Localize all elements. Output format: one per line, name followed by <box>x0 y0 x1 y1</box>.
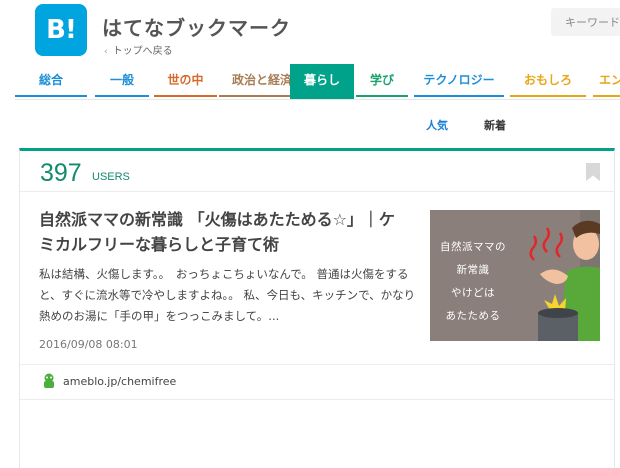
thumbnail-line: 新常識 <box>456 264 490 276</box>
subtab-popular[interactable]: 人気 <box>426 117 448 133</box>
card-divider <box>20 364 614 365</box>
card-divider <box>20 399 614 400</box>
tab-label: 総合 <box>38 73 63 87</box>
thumbnail-line: 自然派ママの <box>440 241 506 253</box>
logo-text: B! <box>46 15 77 45</box>
thumbnail-line: やけどは <box>451 287 495 299</box>
tab-underline <box>593 95 620 97</box>
site-title[interactable]: はてなブックマーク <box>102 12 291 41</box>
entry-title[interactable]: 自然派ママの新常識 「火傷はあたためる☆」｜ケミカルフリーな暮らしと子育て術 <box>39 207 409 257</box>
tab-label: おもしろ <box>523 73 572 87</box>
keyword-search-input[interactable] <box>551 8 620 36</box>
thumbnail-line: あたためる <box>445 310 501 322</box>
card-divider <box>20 191 614 192</box>
tab-underline <box>15 95 87 97</box>
tab-label: 一般 <box>109 73 134 87</box>
users-count[interactable]: 397 <box>40 159 82 188</box>
tab-sougou[interactable]: 総合 <box>15 64 87 97</box>
tab-label: 暮らし <box>303 73 340 87</box>
tab-label: テクノロジー <box>423 73 495 87</box>
users-label[interactable]: USERS <box>92 171 130 183</box>
nav-divider <box>15 99 620 100</box>
tab-underline <box>414 95 504 97</box>
entry-thumbnail[interactable]: 自然派ママの 新常識 やけどは あたためる <box>430 210 600 341</box>
tab-underline <box>95 95 149 97</box>
hatena-logo[interactable]: B! <box>35 4 87 56</box>
entry-date: 2016/09/08 08:01 <box>39 338 138 351</box>
tab-underline <box>356 95 408 97</box>
tab-underline <box>154 95 217 97</box>
entry-description: 私は結構、火傷します。。 おっちょこちょいなんで。 普通は火傷をすると、すぐに流… <box>39 267 416 323</box>
entry-domain-link[interactable]: ameblo.jp/chemifree <box>63 375 176 388</box>
tab-label: エンタメ <box>599 73 620 87</box>
category-nav: 総合 一般 世の中 政治と経済 暮らし 学び テクノロジー おもしろ エンタメ <box>15 64 620 100</box>
entry-card: 397 USERS 自然派ママの新常識 「火傷はあたためる☆」｜ケミカルフリーな… <box>19 148 615 468</box>
tab-entame[interactable]: エンタメ <box>593 64 620 97</box>
tab-underline <box>510 95 586 97</box>
tab-omoshiro[interactable]: おもしろ <box>510 64 586 97</box>
tab-ippan[interactable]: 一般 <box>95 64 149 97</box>
bookmark-icon[interactable] <box>586 163 600 181</box>
back-link-label: トップへ戻る <box>112 46 173 57</box>
tab-label: 世の中 <box>167 73 204 87</box>
tab-label: 政治と経済 <box>231 73 292 87</box>
tab-yononaka[interactable]: 世の中 <box>154 64 217 97</box>
site-favicon-icon <box>44 373 54 388</box>
back-to-top-link[interactable]: ‹ トップへ戻る <box>104 42 173 57</box>
chevron-left-icon: ‹ <box>104 47 108 57</box>
subtab-new[interactable]: 新着 <box>484 117 506 133</box>
tab-technology[interactable]: テクノロジー <box>414 64 504 97</box>
tab-label: 学び <box>369 73 394 87</box>
tab-kurashi[interactable]: 暮らし <box>290 64 354 99</box>
thumbnail-caption: 自然派ママの 新常識 やけどは あたためる <box>430 236 516 328</box>
tab-manabi[interactable]: 学び <box>356 64 408 97</box>
